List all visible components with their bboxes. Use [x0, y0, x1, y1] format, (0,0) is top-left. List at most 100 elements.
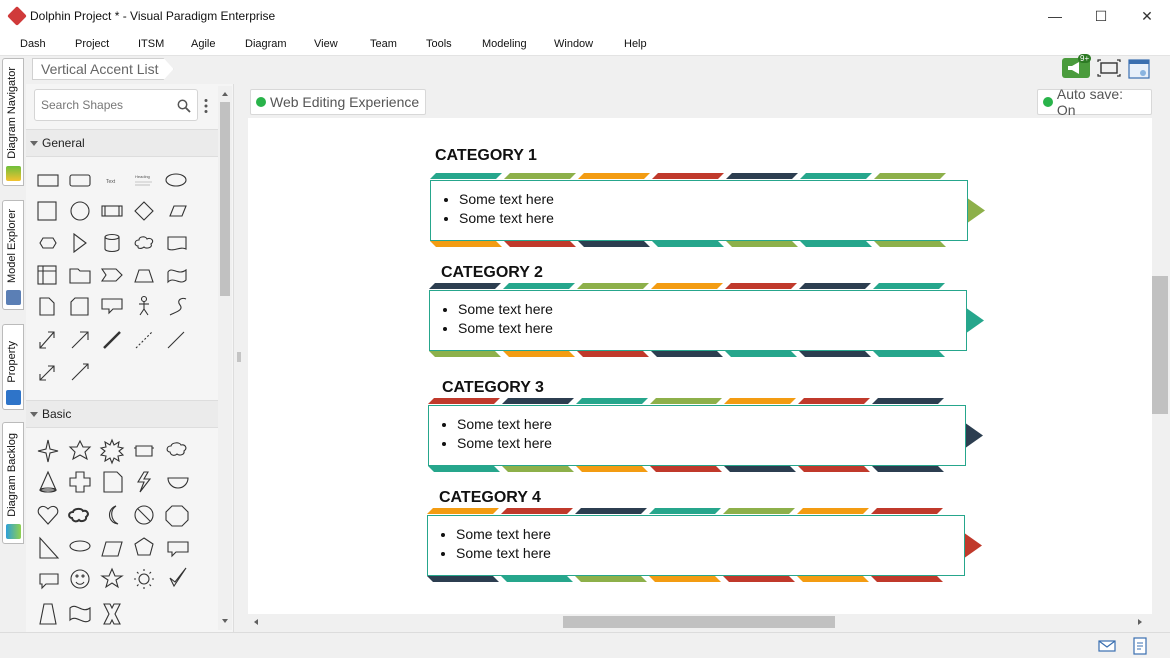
wave2-shape[interactable] [69, 605, 91, 623]
moon-shape[interactable] [108, 505, 119, 525]
check-shape[interactable] [169, 567, 187, 588]
category-4-title[interactable]: CATEGORY 4 [439, 489, 541, 507]
category-2-title[interactable]: CATEGORY 2 [441, 264, 543, 282]
burst-shape[interactable] [99, 438, 125, 465]
oval-callout-shape[interactable] [69, 540, 91, 552]
hexagon-shape[interactable] [39, 237, 57, 249]
parallelogram2-shape[interactable] [101, 541, 123, 557]
more-options-icon[interactable] [204, 98, 208, 114]
parallelogram-shape[interactable] [169, 205, 187, 217]
category-1-title[interactable]: CATEGORY 1 [435, 147, 537, 165]
mail-icon[interactable] [1098, 640, 1116, 652]
category-2-item[interactable]: Some text here [458, 319, 966, 338]
search-icon[interactable] [177, 99, 191, 113]
menu-agile[interactable]: Agile [191, 38, 215, 50]
lightning-shape[interactable] [137, 471, 152, 493]
heading-shape[interactable]: Heading [135, 174, 150, 179]
shapes-panel-scrollbar[interactable] [218, 86, 232, 630]
category-1-item[interactable]: Some text here [459, 190, 967, 209]
trapezoid2-shape[interactable] [39, 603, 57, 625]
octagon-shape[interactable] [165, 505, 189, 527]
category-3-title[interactable]: CATEGORY 3 [442, 379, 544, 397]
cloud-shape[interactable] [134, 236, 154, 249]
thick-line-shape[interactable] [103, 331, 121, 349]
menu-tools[interactable]: Tools [426, 38, 452, 50]
text-shape[interactable]: Text [106, 179, 116, 185]
search-input[interactable] [41, 91, 171, 119]
rectangle-shape[interactable] [37, 174, 59, 187]
category-4-item[interactable]: Some text here [456, 525, 964, 544]
fit-diagram-icon[interactable] [1097, 59, 1121, 77]
double-arrow-shape[interactable] [39, 331, 55, 349]
auto-save-pill[interactable]: Auto save: On [1037, 86, 1152, 118]
folder-shape[interactable] [69, 268, 91, 284]
actor-shape[interactable] [140, 295, 148, 303]
tab-diagram-backlog[interactable]: Diagram Backlog [2, 422, 24, 544]
curve-shape[interactable] [169, 297, 187, 316]
category-2-item[interactable]: Some text here [458, 300, 966, 319]
panel-splitter[interactable] [235, 84, 243, 632]
x-shape[interactable] [103, 603, 121, 625]
tab-model-explorer[interactable]: Model Explorer [2, 200, 24, 310]
maximize-button[interactable]: ☐ [1078, 0, 1124, 32]
star5-shape[interactable] [68, 439, 92, 461]
arrow-shape[interactable] [71, 331, 89, 349]
cross-shape[interactable] [69, 471, 91, 493]
ellipse-shape[interactable] [165, 173, 187, 187]
half-circle-shape[interactable] [167, 477, 189, 489]
triangle-shape[interactable] [73, 232, 87, 254]
cloud-callout-shape[interactable] [166, 442, 187, 456]
star-shape[interactable] [100, 567, 124, 589]
notes-icon[interactable] [1132, 637, 1148, 655]
trapezoid-shape[interactable] [134, 269, 154, 283]
category-1-box[interactable]: Some text here Some text here [430, 180, 968, 241]
star4-shape[interactable] [37, 439, 59, 463]
folded-page-shape[interactable] [103, 471, 123, 493]
menu-modeling[interactable]: Modeling [482, 38, 527, 50]
category-1-item[interactable]: Some text here [459, 209, 967, 228]
menu-dash[interactable]: Dash [20, 38, 46, 50]
dashed-line-shape[interactable] [135, 331, 153, 349]
horizontal-scroll-thumb[interactable] [563, 616, 835, 628]
bold-cloud-shape[interactable] [68, 507, 89, 523]
category-3-item[interactable]: Some text here [457, 415, 965, 434]
diamond-shape[interactable] [134, 201, 154, 221]
layout-panel-icon[interactable] [1128, 59, 1150, 79]
document-shape[interactable] [167, 236, 187, 251]
circle-shape[interactable] [70, 201, 90, 221]
web-editing-pill[interactable]: Web Editing Experience [250, 89, 427, 115]
breadcrumb[interactable]: Vertical Accent List [32, 58, 174, 80]
callout-shape[interactable] [101, 298, 123, 315]
notification-button[interactable]: 9+ [1062, 54, 1092, 78]
menu-project[interactable]: Project [75, 38, 109, 50]
menu-team[interactable]: Team [370, 38, 397, 50]
menu-view[interactable]: View [314, 38, 338, 50]
tab-diagram-navigator[interactable]: Diagram Navigator [2, 58, 24, 186]
heart-shape[interactable] [37, 505, 59, 525]
cone-shape[interactable] [39, 470, 57, 491]
section-basic[interactable]: Basic [26, 400, 218, 428]
chevron-shape[interactable] [100, 268, 123, 282]
menu-itsm[interactable]: ITSM [138, 38, 164, 50]
smiley-shape[interactable] [70, 569, 90, 589]
pentagon-shape[interactable] [134, 537, 154, 556]
category-3-item[interactable]: Some text here [457, 434, 965, 453]
close-button[interactable]: ✕ [1124, 0, 1170, 32]
rounded-rectangle-shape[interactable] [69, 174, 91, 187]
speech-callout-shape[interactable] [39, 573, 59, 590]
menu-diagram[interactable]: Diagram [245, 38, 287, 50]
table-shape[interactable] [37, 265, 57, 285]
minimize-button[interactable]: — [1032, 0, 1078, 32]
card-shape[interactable] [70, 297, 89, 316]
section-general[interactable]: General [26, 129, 218, 157]
line-arrow-shape[interactable] [71, 363, 89, 381]
menu-help[interactable]: Help [624, 38, 647, 50]
category-4-item[interactable]: Some text here [456, 544, 964, 563]
connector-arrow-shape[interactable] [39, 365, 55, 381]
right-triangle-shape[interactable] [39, 536, 60, 559]
sun-shape[interactable] [138, 573, 150, 585]
category-4-box[interactable]: Some text here Some text here [427, 515, 965, 576]
menu-window[interactable]: Window [554, 38, 593, 50]
tab-property[interactable]: Property [2, 324, 24, 410]
category-3-box[interactable]: Some text here Some text here [428, 405, 966, 466]
